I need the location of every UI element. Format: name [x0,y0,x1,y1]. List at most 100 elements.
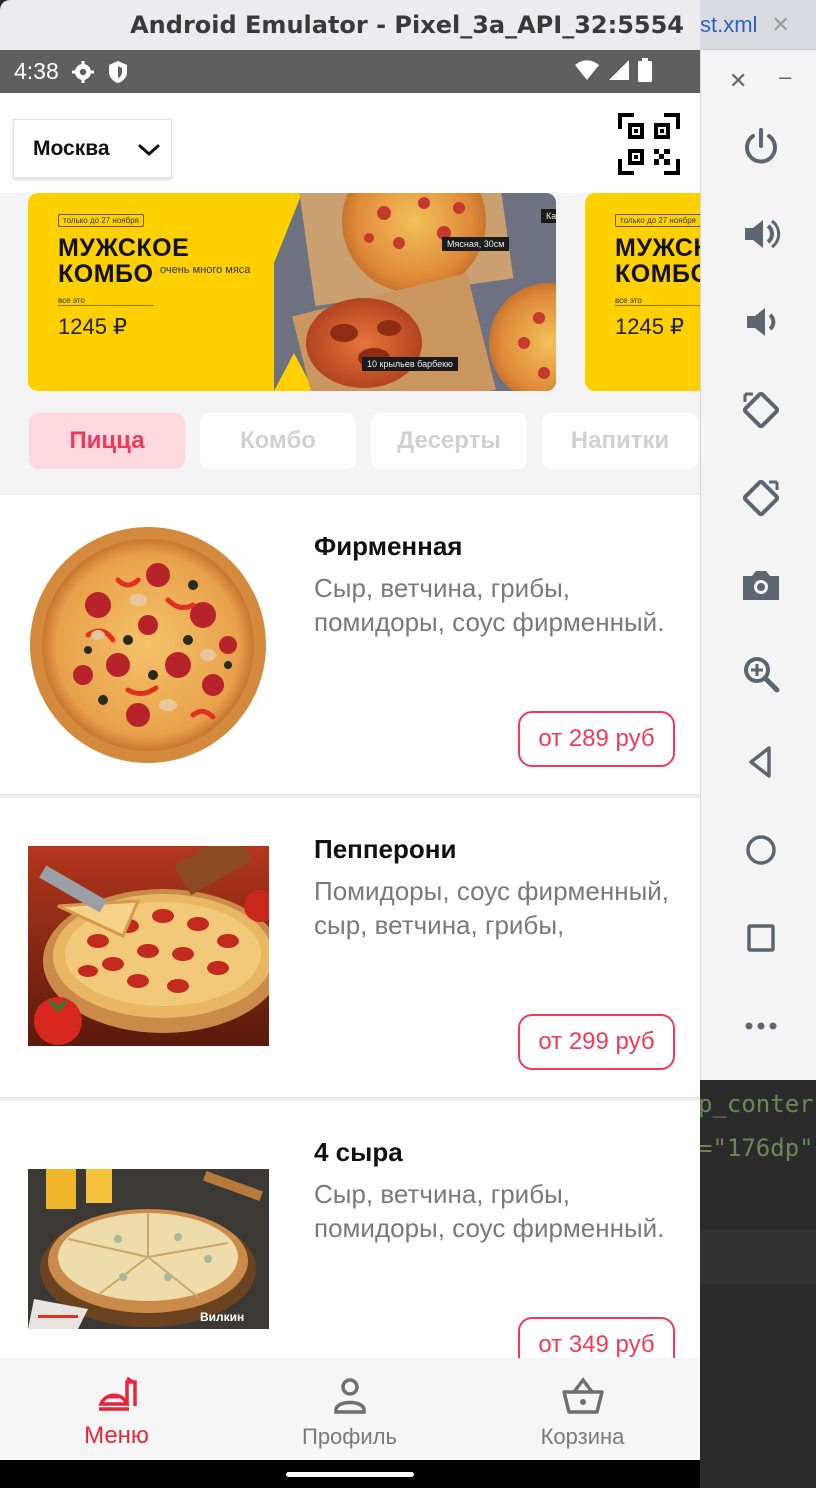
product-card[interactable]: Вилкин 4 сыра Сыр, ветчина, грибы, помид… [0,1101,700,1359]
status-time: 4:38 [14,58,59,84]
promo-price: 1245 ₽ [615,314,685,339]
power-button[interactable] [737,122,785,170]
close-icon[interactable]: ✕ [771,12,789,38]
city-label: Москва [33,136,110,160]
product-description: Помидоры, соус фирменный, сыр, ветчина, … [314,876,670,940]
promo-carousel[interactable]: только до 27 ноября МУЖСКОЕ КОМБО очень … [0,193,700,398]
nav-tab-menu[interactable]: Меню [0,1358,233,1460]
zoom-in-icon [744,657,780,693]
rotate-left-icon [742,391,780,429]
qr-code-icon[interactable] [618,113,680,175]
watermark-text: Вилкин [200,1310,245,1324]
profile-icon [333,1378,366,1414]
rotate-left-button[interactable] [737,386,785,434]
home-circle-icon [746,835,776,865]
close-emulator-icon[interactable]: ✕ [729,68,747,94]
status-bar: 4:38 [0,50,700,93]
promo-subtitle: очень много мяса [160,264,251,276]
home-gesture-handle[interactable] [286,1472,414,1477]
ide-tab-label: st.xml [700,11,758,37]
promo-title-line: КОМБО [615,260,700,288]
minimize-icon[interactable]: – [779,64,791,90]
emulator-window-title: Android Emulator - Pixel_3a_API_32:5554 [0,0,700,50]
basket-icon [561,1377,604,1414]
promo-price: 1245 ₽ [58,314,128,339]
promo-title-line: МУЖСКОЕ [58,234,190,262]
ide-editor-tab[interactable]: st.xml ✕ [700,0,816,50]
product-price-button[interactable]: от 299 руб [518,1014,675,1070]
more-dots-icon [745,1022,777,1030]
promo-title: МУЖСКОЕ КОМБО [58,235,189,287]
product-price-button[interactable]: от 289 руб [518,711,675,767]
menu-food-icon [97,1376,137,1411]
window-title-text: Android Emulator - Pixel_3a_API_32:5554 [130,11,684,39]
shield-icon [107,60,129,84]
battery-icon [638,58,652,82]
camera-icon [743,571,779,600]
city-selector[interactable]: Москва [13,119,172,178]
nav-tab-basket[interactable]: Корзина [466,1358,699,1460]
system-gesture-bar [0,1460,700,1488]
category-tab-desserts[interactable]: Десерты [371,413,527,469]
product-name: Фирменная [314,531,463,561]
ide-current-line [700,1230,816,1284]
zoom-button[interactable] [737,650,785,698]
screenshot-button[interactable] [737,562,785,610]
product-image [28,846,269,1046]
overview-button[interactable] [737,914,785,962]
back-triangle-icon [749,746,771,778]
product-list[interactable]: Фирменная Сыр, ветчина, грибы, помидоры,… [0,493,700,1359]
rotate-right-icon [742,479,780,517]
divider [615,305,700,306]
home-button[interactable] [737,826,785,874]
ide-code-fragment: p_conter ="176dp" [700,1080,816,1488]
product-name: Пепперони [314,834,457,864]
photo-label: Ка [541,209,556,223]
promo-all-label: все это [58,296,85,305]
power-icon [745,128,777,164]
volume-up-button[interactable] [737,210,785,258]
photo-label: 10 крыльев барбекю [362,357,458,371]
promo-all-label: все это [615,296,642,305]
emulator-toolbar: ✕ – [700,50,816,1080]
category-tab-drinks[interactable]: Напитки [542,413,698,469]
ide-code-line: p_conter [700,1090,814,1118]
bottom-navigation: Меню Профиль Корзина [0,1358,700,1460]
category-tab-pizza[interactable]: Пицца [29,413,185,469]
product-description: Сыр, ветчина, грибы, помидоры, соус фирм… [314,573,665,637]
promo-title-line: МУЖСКОЕ [615,234,700,262]
product-card[interactable]: Фирменная Сыр, ветчина, грибы, помидоры,… [0,495,700,794]
promo-title: МУЖСКОЕ КОМБО [615,235,700,287]
promo-tag: только до 27 ноября [58,214,144,227]
more-button[interactable] [737,1002,785,1050]
volume-down-button[interactable] [737,298,785,346]
signal-icon [609,60,629,80]
promo-banner[interactable]: только до 27 ноября МУЖСКОЕ КОМБО очень … [28,193,556,391]
back-button[interactable] [737,738,785,786]
product-price-button[interactable]: от 349 руб [518,1317,675,1359]
chevron-down-icon [138,144,160,156]
settings-gear-icon [71,60,95,84]
product-image [28,525,268,765]
category-tab-combo[interactable]: Комбо [200,413,356,469]
app-header: Москва [0,93,700,193]
product-card[interactable]: Пепперони Помидоры, соус фирменный, сыр,… [0,798,700,1097]
nav-tab-label: Профиль [302,1424,397,1449]
nav-tab-profile[interactable]: Профиль [233,1358,466,1460]
category-tabs: Пицца Комбо Десерты Напитки [0,398,700,493]
promo-banner[interactable]: только до 27 ноября МУЖСКОЕ КОМБО все эт… [585,193,700,391]
nav-tab-label: Корзина [540,1424,625,1449]
rotate-right-button[interactable] [737,474,785,522]
product-description: Сыр, ветчина, грибы, помидоры, соус фирм… [314,1179,665,1243]
phone-screen: 4:38 Москва только до 27 ноября МУЖСКОЕ … [0,50,700,1488]
overview-square-icon [747,924,775,952]
image-watermark: Вилкин [200,1310,244,1324]
volume-down-icon [747,308,776,336]
product-image: Вилкин [28,1169,269,1329]
product-name: 4 сыра [314,1137,403,1167]
ide-code-line: ="176dp" [700,1134,814,1162]
promo-tag: только до 27 ноября [615,214,700,227]
wifi-icon [575,60,599,80]
nav-tab-label: Меню [84,1422,149,1449]
divider [58,305,154,306]
